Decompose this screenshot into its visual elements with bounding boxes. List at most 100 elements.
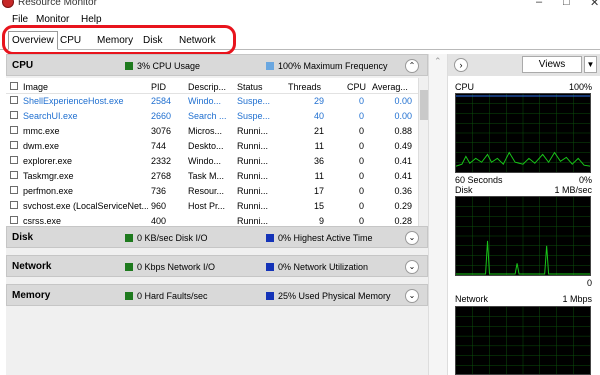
cell-pid: 960 (151, 201, 167, 211)
row-checkbox[interactable] (10, 201, 18, 209)
scroll-up-icon[interactable]: ⌃ (434, 56, 442, 67)
column-description[interactable]: Descrip... (188, 82, 226, 92)
physical-memory-stat: 25% Used Physical Memory (266, 291, 391, 301)
table-row[interactable]: svchost.exe (LocalServiceNet... 960 Host P… (6, 201, 418, 212)
cell-avg: 0.49 (394, 141, 412, 151)
expand-chevron-down-icon[interactable]: ⌄ (405, 289, 419, 303)
select-all-checkbox[interactable] (10, 82, 18, 90)
cell-avg: 0.00 (394, 96, 412, 106)
cell-image: csrss.exe (23, 216, 62, 226)
table-row[interactable]: explorer.exe 2332 Windo... Runni... 36 0 0.41 (6, 156, 418, 167)
cpu-section-header[interactable]: CPU 3% CPU Usage 100% Maximum Frequency … (6, 54, 428, 76)
cpu-graph-grid (456, 94, 590, 172)
cell-avg: 0.41 (394, 171, 412, 181)
cpu-usage-stat: 3% CPU Usage (125, 61, 200, 71)
blue-indicator-icon (266, 292, 274, 300)
blue-indicator-icon (266, 234, 274, 242)
cell-threads: 11 (314, 171, 324, 181)
expand-chevron-down-icon[interactable]: ⌄ (405, 231, 419, 245)
memory-section-title: Memory (12, 290, 51, 301)
cell-cpu: 0 (358, 141, 364, 151)
blue-indicator-icon (266, 263, 274, 271)
cell-avg: 0.36 (394, 186, 412, 196)
column-threads[interactable]: Threads (288, 82, 321, 92)
memory-section-header[interactable]: Memory 0 Hard Faults/sec 25% Used Physic… (6, 284, 428, 306)
cell-pid: 2768 (151, 171, 172, 181)
physical-memory-text: 25% Used Physical Memory (278, 291, 391, 301)
views-button[interactable]: Views (522, 56, 582, 73)
column-image[interactable]: Image (23, 82, 48, 92)
network-graph-grid (456, 307, 590, 374)
tab-network[interactable]: Network (177, 33, 218, 49)
table-row[interactable]: ShellExperienceHost.exe 2584 Windo... Suspe… (6, 96, 418, 107)
maximize-button[interactable]: □ (563, 0, 570, 8)
cell-threads: 40 (313, 111, 324, 121)
network-graph (455, 306, 591, 375)
cell-pid: 736 (151, 186, 167, 196)
cell-avg: 0.88 (394, 126, 412, 136)
row-checkbox[interactable] (10, 186, 18, 194)
table-row[interactable]: mmc.exe 3076 Micros... Runni... 21 0 0.88 (6, 126, 418, 137)
network-util-stat: 0% Network Utilization (266, 262, 368, 272)
tab-strip: Overview CPU Memory Disk Network (0, 30, 600, 50)
table-row[interactable]: SearchUI.exe 2660 Search ... Suspe... 40 0 0.0… (6, 111, 418, 122)
row-checkbox[interactable] (10, 126, 18, 134)
cell-avg: 0.41 (394, 156, 412, 166)
window-title: Resource Monitor (18, 0, 97, 8)
cpu-frequency-stat: 100% Maximum Frequency (266, 61, 388, 71)
graphs-toolbar: › Views ▼ (448, 54, 600, 76)
table-scrollbar[interactable] (418, 78, 428, 246)
column-average[interactable]: Averag... (372, 82, 408, 92)
views-dropdown-icon[interactable]: ▼ (584, 56, 597, 73)
disk-section-header[interactable]: Disk 0 KB/sec Disk I/O 0% Highest Active… (6, 226, 428, 248)
cell-desc: Micros... (188, 126, 223, 136)
collapse-chevron-up-icon[interactable]: ⌃ (405, 59, 419, 73)
collapse-panel-chevron-right-icon[interactable]: › (454, 58, 468, 72)
table-row[interactable]: perfmon.exe 736 Resour... Runni... 17 0 0.36 (6, 186, 418, 197)
menu-file[interactable]: File (12, 14, 28, 25)
panel-scrollbar[interactable]: ⌃ (428, 54, 448, 375)
scrollbar-thumb[interactable] (420, 90, 428, 120)
disk-graph-min: 0 (586, 278, 592, 288)
menu-help[interactable]: Help (81, 14, 102, 25)
column-cpu[interactable]: CPU (347, 82, 366, 92)
cpu-process-table: Image PID Descrip... Status Threads CPU … (6, 78, 418, 246)
cell-image: dwm.exe (23, 141, 60, 151)
close-button[interactable]: ✕ (590, 0, 599, 9)
tab-cpu[interactable]: CPU (58, 33, 83, 49)
cpu-usage-text: 3% CPU Usage (137, 61, 201, 71)
cpu-section-title: CPU (12, 60, 34, 71)
cpu-graph-min: 0% (578, 175, 592, 185)
menu-monitor[interactable]: Monitor (36, 14, 69, 25)
row-checkbox[interactable] (10, 171, 18, 179)
row-checkbox[interactable] (10, 216, 18, 224)
cell-status: Runni... (237, 141, 269, 151)
cell-cpu: 0 (358, 126, 364, 136)
table-row[interactable]: Taskmgr.exe 2768 Task M... Runni... 11 0 0.41 (6, 171, 418, 182)
green-indicator-icon (125, 62, 133, 70)
cell-threads: 11 (314, 141, 324, 151)
tab-disk[interactable]: Disk (141, 33, 164, 49)
tab-overview[interactable]: Overview (8, 31, 58, 50)
table-row[interactable]: dwm.exe 744 Deskto... Runni... 11 0 0.49 (6, 141, 418, 152)
row-checkbox[interactable] (10, 156, 18, 164)
cell-pid: 3076 (151, 126, 172, 136)
network-section-header[interactable]: Network 0 Kbps Network I/O 0% Network Ut… (6, 255, 428, 277)
minimize-button[interactable]: – (536, 0, 542, 8)
hard-faults-stat: 0 Hard Faults/sec (125, 291, 208, 301)
network-section-title: Network (12, 261, 52, 272)
cell-avg: 0.28 (394, 216, 412, 226)
network-graph-title: Network (455, 294, 489, 304)
column-status[interactable]: Status (237, 82, 263, 92)
cell-desc: Search ... (188, 111, 227, 121)
cell-threads: 36 (313, 156, 324, 166)
column-pid[interactable]: PID (151, 82, 166, 92)
row-checkbox[interactable] (10, 96, 18, 104)
cell-pid: 744 (151, 141, 167, 151)
cell-desc: Windo... (188, 156, 222, 166)
row-checkbox[interactable] (10, 141, 18, 149)
cell-image: ShellExperienceHost.exe (23, 96, 124, 106)
tab-memory[interactable]: Memory (95, 33, 135, 49)
row-checkbox[interactable] (10, 111, 18, 119)
expand-chevron-down-icon[interactable]: ⌄ (405, 260, 419, 274)
